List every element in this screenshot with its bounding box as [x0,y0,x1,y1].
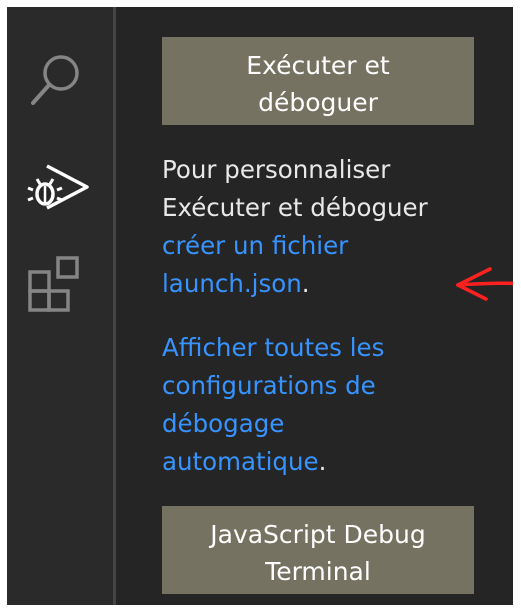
activity-bar [7,7,116,605]
auto-debug-configs: Afficher toutes les configurations de dé… [162,329,512,481]
description-text: Pour personnaliser [162,155,391,184]
search-icon[interactable] [27,49,87,109]
period-text: . [318,447,327,476]
period-text: . [301,269,310,298]
button-label-line: Exécuter et [246,50,390,80]
run-debug-panel: Exécuter et déboguer Pour personnaliser … [116,7,513,605]
button-label-line: Terminal [265,556,371,586]
create-launch-json-link-cont[interactable]: launch.json [162,269,302,298]
app-window: Exécuter et déboguer Pour personnaliser … [7,7,513,605]
run-and-debug-button[interactable]: Exécuter et déboguer [162,37,474,125]
create-launch-json-link[interactable]: créer un fichier [162,231,348,260]
button-label-line: déboguer [258,87,378,117]
show-auto-configs-link-cont[interactable]: débogage [162,409,284,438]
show-auto-configs-link[interactable]: Afficher toutes les [162,333,384,362]
show-auto-configs-link-cont[interactable]: automatique [162,447,319,476]
show-auto-configs-link-cont[interactable]: configurations de [162,371,376,400]
description-text: Exécuter et déboguer [162,193,428,222]
annotation-arrow-3 [456,267,513,301]
button-label-line: JavaScript Debug [210,519,426,549]
run-debug-icon[interactable] [25,160,97,216]
extensions-icon[interactable] [27,255,91,319]
javascript-debug-terminal-button[interactable]: JavaScript Debug Terminal [162,506,474,594]
